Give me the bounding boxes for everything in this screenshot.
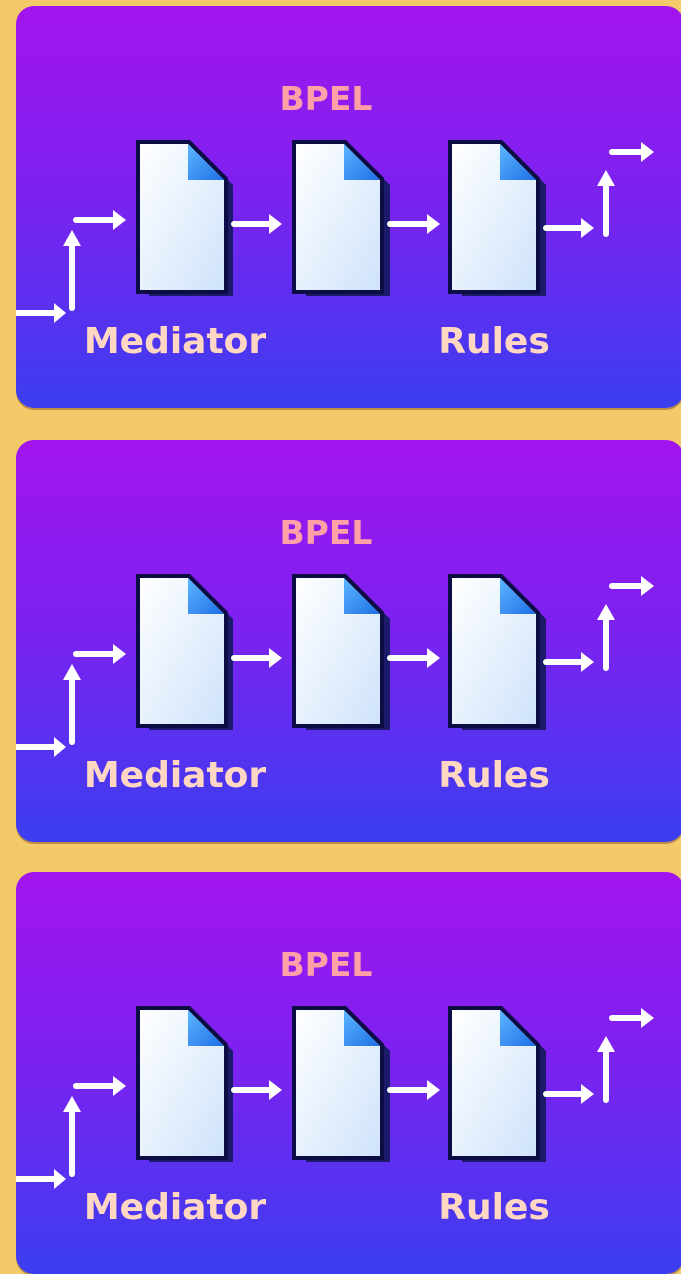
- output-arrow: [543, 1008, 654, 1104]
- diagram-stack: BPEL Mediator Rules BPEL Mediator Rules …: [0, 0, 681, 1274]
- rules-label: Rules: [438, 1187, 550, 1228]
- input-arrow: [16, 1076, 126, 1189]
- flow-panel-1: BPEL Mediator Rules: [16, 6, 681, 408]
- document-icon: [136, 140, 233, 296]
- flow-arrow: [387, 648, 440, 668]
- document-icon: [448, 140, 546, 296]
- flow-panel-3: BPEL Mediator Rules: [16, 872, 681, 1274]
- bpel-label: BPEL: [280, 79, 373, 118]
- flow-panel-2: BPEL Mediator Rules: [16, 440, 681, 842]
- rules-label: Rules: [438, 755, 550, 796]
- mediator-label: Mediator: [84, 1187, 267, 1228]
- flow-arrow: [387, 214, 440, 234]
- document-icon: [448, 574, 546, 730]
- flow-diagram: BPEL Mediator Rules: [16, 513, 654, 796]
- document-icon: [136, 574, 233, 730]
- flow-diagram: BPEL Mediator Rules: [16, 79, 654, 362]
- input-arrow: [16, 644, 126, 757]
- mediator-label: Mediator: [84, 321, 267, 362]
- bpel-label: BPEL: [280, 513, 373, 552]
- document-icon: [448, 1006, 546, 1162]
- document-icon: [136, 1006, 233, 1162]
- output-arrow: [543, 142, 654, 238]
- mediator-label: Mediator: [84, 755, 267, 796]
- bpel-label: BPEL: [280, 945, 373, 984]
- flow-arrow: [231, 214, 282, 234]
- flow-arrow: [231, 1080, 282, 1100]
- input-arrow: [16, 210, 126, 323]
- flow-diagram: BPEL Mediator Rules: [16, 945, 654, 1228]
- document-icon: [292, 574, 390, 730]
- flow-arrow: [387, 1080, 440, 1100]
- document-icon: [292, 1006, 390, 1162]
- rules-label: Rules: [438, 321, 550, 362]
- flow-arrow: [231, 648, 282, 668]
- document-icon: [292, 140, 390, 296]
- output-arrow: [543, 576, 654, 672]
